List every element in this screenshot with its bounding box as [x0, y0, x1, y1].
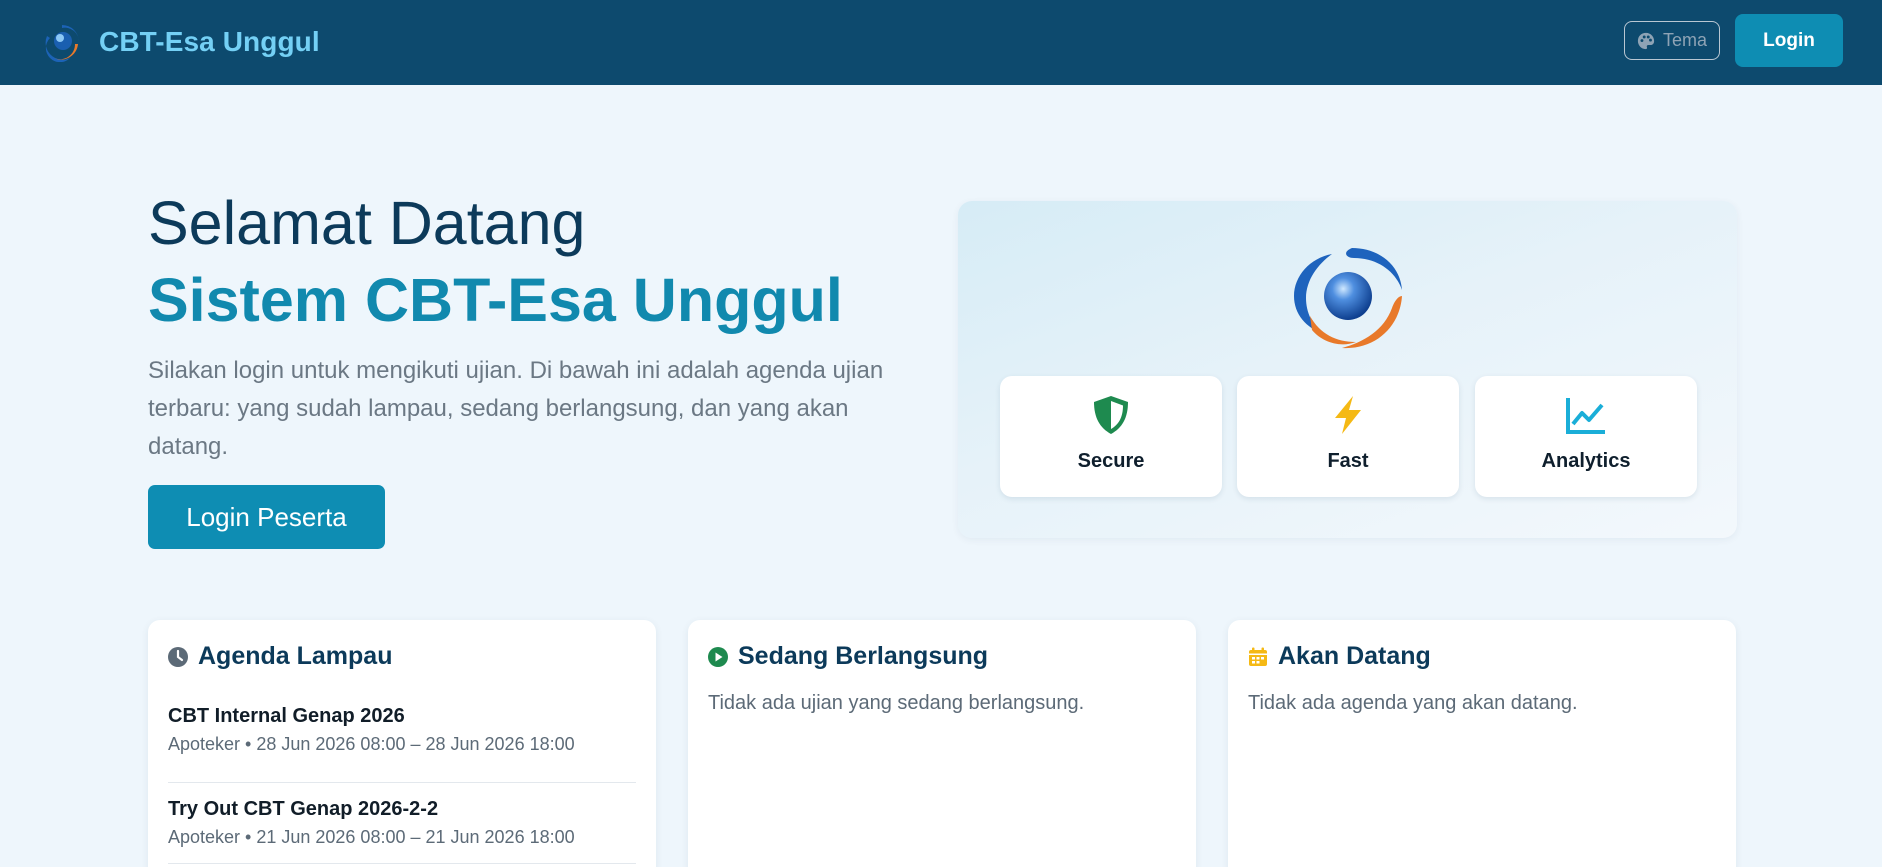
- login-peserta-button[interactable]: Login Peserta: [148, 485, 385, 549]
- feature-fast: Fast: [1237, 376, 1459, 497]
- brand-link[interactable]: CBT-Esa Unggul: [42, 22, 320, 62]
- feature-label: Analytics: [1541, 450, 1631, 472]
- hero-subtitle: Sistem CBT-Esa Unggul: [148, 266, 843, 334]
- hero-description: Silakan login untuk mengikuti ujian. Di …: [148, 357, 884, 460]
- feature-label: Secure: [1077, 450, 1145, 472]
- calendar-icon: [1249, 647, 1267, 666]
- shield-icon: [1094, 396, 1128, 434]
- feature-analytics: Analytics: [1475, 376, 1697, 497]
- panel-title: Sedang Berlangsung: [738, 642, 989, 670]
- panel-sedang-berlangsung: Sedang Berlangsung Tidak ada ujian yang …: [688, 620, 1196, 867]
- panel-title: Akan Datang: [1278, 642, 1431, 670]
- play-circle-icon: [708, 646, 728, 667]
- panel-header: Sedang Berlangsung: [708, 642, 988, 671]
- agenda-meta: Apoteker • 21 Jun 2026 08:00 – 21 Jun 20…: [168, 827, 575, 847]
- empty-state-text: Tidak ada ujian yang sedang berlangsung.: [708, 692, 1085, 714]
- list-item[interactable]: Try Out CBT Genap 2026-2-2 Apoteker • 21…: [168, 783, 636, 864]
- panel-title: Agenda Lampau: [198, 642, 393, 670]
- panel-header: Akan Datang: [1248, 642, 1431, 671]
- clock-icon: [168, 646, 188, 667]
- panel-agenda-lampau: Agenda Lampau CBT Internal Genap 2026 Ap…: [148, 620, 656, 867]
- theme-button[interactable]: Tema: [1624, 21, 1720, 60]
- agenda-name: Try Out CBT Genap 2026-2-2: [168, 798, 439, 820]
- theme-label: Tema: [1662, 30, 1707, 50]
- agenda-meta: Apoteker • 28 Jun 2026 08:00 – 28 Jun 20…: [168, 734, 575, 754]
- brand-name: CBT-Esa Unggul: [99, 26, 320, 57]
- palette-icon: [1637, 32, 1655, 49]
- esa-unggul-logo-icon: [1294, 248, 1402, 349]
- agenda-list: CBT Internal Genap 2026 Apoteker • 28 Ju…: [168, 702, 636, 864]
- esa-unggul-logo-icon: [45, 25, 80, 62]
- agenda-name: CBT Internal Genap 2026: [168, 705, 405, 727]
- navbar: CBT-Esa Unggul Tema Login: [0, 0, 1882, 85]
- panel-akan-datang: Akan Datang Tidak ada agenda yang akan d…: [1228, 620, 1736, 867]
- login-button[interactable]: Login: [1735, 14, 1843, 67]
- hero-title: Selamat Datang: [148, 189, 586, 257]
- chart-line-icon: [1566, 398, 1605, 434]
- panel-header: Agenda Lampau: [168, 642, 392, 671]
- feature-label: Fast: [1327, 450, 1369, 472]
- feature-secure: Secure: [1000, 376, 1222, 497]
- empty-state-text: Tidak ada agenda yang akan datang.: [1248, 692, 1578, 714]
- lightning-icon: [1335, 396, 1361, 434]
- list-item[interactable]: CBT Internal Genap 2026 Apoteker • 28 Ju…: [168, 702, 636, 783]
